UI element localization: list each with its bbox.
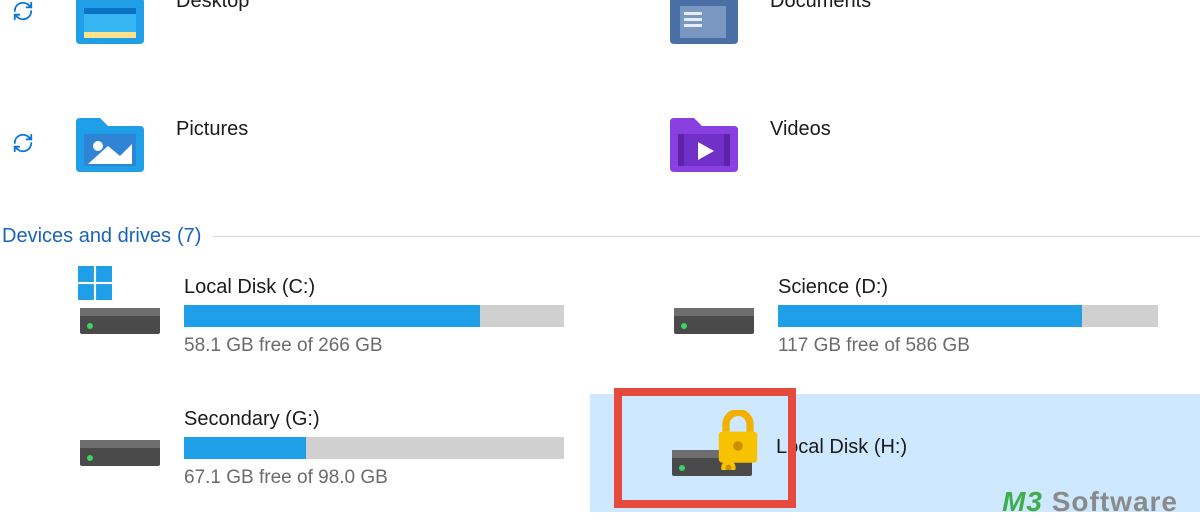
refresh-icon[interactable] [12,138,34,159]
drive-icon [78,276,162,340]
drive-icon [672,276,756,340]
drive-name: Secondary (G:) [184,408,630,431]
lock-icon [714,410,762,476]
drive-free-text: 58.1 GB free of 266 GB [184,335,630,357]
drive-item-g[interactable]: Secondary (G:) 67.1 GB free of 98.0 GB [74,404,634,499]
folder-item-videos[interactable]: Videos [668,116,831,186]
drive-capacity-bar [184,437,564,459]
watermark: M3 Software [1002,486,1178,518]
drive-capacity-bar [184,305,564,327]
drive-capacity-bar [778,305,1158,327]
drive-icon [78,408,162,472]
drive-free-text: 117 GB free of 586 GB [778,335,1194,357]
folder-item-documents[interactable]: Documents [668,0,871,58]
watermark-suffix: Software [1043,486,1178,517]
documents-folder-icon [668,0,740,48]
refresh-icon[interactable] [12,6,34,27]
folder-label: Desktop [176,0,249,13]
drive-item-d[interactable]: Science (D:) 117 GB free of 586 GB [668,272,1198,367]
drive-free-text: 67.1 GB free of 98.0 GB [184,467,630,489]
drive-name: Local Disk (H:) [776,436,1196,459]
folder-item-desktop[interactable]: Desktop [74,0,249,58]
videos-folder-icon [668,116,740,176]
folder-label: Documents [770,0,871,13]
section-count: (7) [177,225,201,248]
pictures-folder-icon [74,116,146,176]
windows-badge-icon [78,266,114,302]
drive-name: Science (D:) [778,276,1194,299]
section-rule [213,236,1200,237]
section-title: Devices and drives [2,225,171,248]
desktop-folder-icon [74,0,146,48]
folder-label: Videos [770,118,831,141]
folder-label: Pictures [176,118,248,141]
drive-item-c[interactable]: Local Disk (C:) 58.1 GB free of 266 GB [74,272,634,367]
folder-item-pictures[interactable]: Pictures [74,116,248,186]
drive-name: Local Disk (C:) [184,276,630,299]
devices-drives-header[interactable]: Devices and drives (7) [2,225,1200,248]
watermark-prefix: M3 [1002,486,1043,517]
drive-icon [670,418,754,482]
